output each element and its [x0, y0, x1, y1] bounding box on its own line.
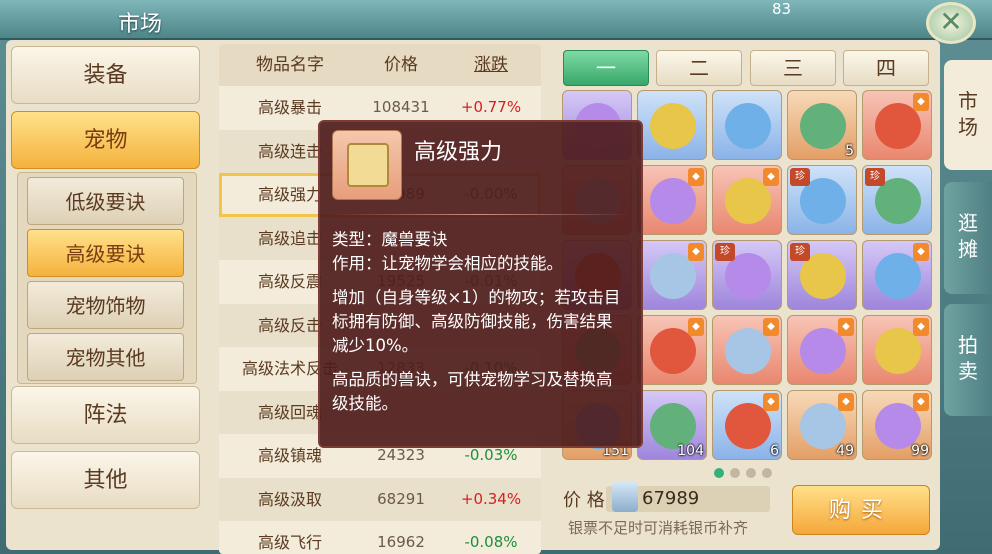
- scroll-icon: [347, 143, 389, 187]
- table-row[interactable]: 高级汲取 68291 +0.34%: [219, 477, 541, 521]
- tab-page-4[interactable]: 四: [843, 50, 929, 86]
- item-slot[interactable]: 珍: [862, 165, 932, 235]
- tab-page-2[interactable]: 二: [656, 50, 742, 86]
- item-slot[interactable]: 104: [637, 390, 707, 460]
- item-slot[interactable]: ◆ 6: [712, 390, 782, 460]
- row-change: +0.34%: [460, 489, 522, 508]
- silver-note-icon: [612, 482, 638, 512]
- side-tab-char: 逛: [958, 211, 978, 235]
- shield-badge-icon: ◆: [913, 393, 929, 411]
- page-dot[interactable]: [714, 468, 724, 478]
- page-dot[interactable]: [762, 468, 772, 478]
- item-quantity: 5: [845, 143, 854, 159]
- item-slot[interactable]: ◆: [862, 90, 932, 160]
- item-quantity: 6: [770, 443, 779, 459]
- row-change: -0.08%: [464, 533, 518, 551]
- shield-badge-icon: ◆: [688, 243, 704, 261]
- side-tab-char: 市: [958, 89, 978, 113]
- item-quantity: 104: [677, 443, 704, 459]
- shield-badge-icon: ◆: [688, 318, 704, 336]
- item-slot[interactable]: [712, 90, 782, 160]
- side-tab-char: 卖: [958, 359, 978, 383]
- sub-pet-accessory[interactable]: 宠物饰物: [27, 281, 184, 329]
- side-tab-stall[interactable]: 逛摊: [944, 182, 992, 294]
- item-quantity: 99: [911, 443, 929, 459]
- item-slot[interactable]: ◆: [712, 315, 782, 385]
- tooltip-desc: 增加（自身等级×1）的物攻；若攻击目标拥有防御、高级防御技能，伤害结果减少10%…: [332, 288, 621, 355]
- shield-badge-icon: ◆: [913, 243, 929, 261]
- item-icon: [725, 103, 771, 149]
- nav-pet[interactable]: 宠物: [11, 111, 200, 169]
- tooltip-divider: [330, 214, 630, 215]
- sub-high-skill[interactable]: 高级要诀: [27, 229, 184, 277]
- page-indicator: [714, 463, 778, 482]
- side-tab-auction[interactable]: 拍卖: [944, 304, 992, 416]
- side-tab-char: 场: [958, 115, 978, 139]
- item-slot[interactable]: ◆: [862, 240, 932, 310]
- shield-badge-icon: ◆: [838, 393, 854, 411]
- item-slot[interactable]: ◆: [712, 165, 782, 235]
- item-slot[interactable]: ◆ 49: [787, 390, 857, 460]
- top-coin-value: 83: [772, 0, 792, 18]
- item-slot[interactable]: ◆: [787, 315, 857, 385]
- tooltip-title: 高级强力: [414, 140, 503, 165]
- row-price: 68291: [377, 489, 425, 508]
- row-price: 16962: [377, 533, 425, 551]
- item-slot[interactable]: 珍: [787, 240, 857, 310]
- tooltip-effect: 作用：让宠物学会相应的技能。: [332, 254, 563, 273]
- sub-low-skill[interactable]: 低级要诀: [27, 177, 184, 225]
- side-tab-market[interactable]: 市场: [944, 60, 992, 170]
- shield-badge-icon: ◆: [763, 318, 779, 336]
- tab-page-1[interactable]: 一: [563, 50, 649, 86]
- item-slot[interactable]: ◆: [637, 165, 707, 235]
- side-tab-char: 摊: [958, 237, 978, 261]
- row-name: 高级汲取: [257, 489, 322, 509]
- shield-badge-icon: ◆: [913, 93, 929, 111]
- item-slot[interactable]: [637, 90, 707, 160]
- item-slot[interactable]: ◆: [637, 240, 707, 310]
- rare-badge: 珍: [790, 168, 810, 186]
- tooltip-type: 类型：魔兽要诀: [332, 230, 448, 249]
- shield-badge-icon: ◆: [838, 318, 854, 336]
- item-slot[interactable]: ◆: [862, 315, 932, 385]
- item-slot[interactable]: 5: [787, 90, 857, 160]
- window-title: 市场: [118, 12, 163, 37]
- shield-badge-icon: ◆: [688, 168, 704, 186]
- tooltip-flavor: 高品质的兽诀，可供宠物学习及替换高级技能。: [332, 370, 613, 413]
- tab-page-3[interactable]: 三: [750, 50, 836, 86]
- item-icon: [800, 103, 846, 149]
- item-tooltip-icon: [332, 130, 402, 200]
- row-name: 高级飞行: [257, 533, 322, 552]
- shield-badge-icon: ◆: [913, 318, 929, 336]
- item-icon: [650, 103, 696, 149]
- shield-badge-icon: ◆: [763, 168, 779, 186]
- nav-other[interactable]: 其他: [11, 451, 200, 509]
- close-button[interactable]: ✕: [926, 2, 976, 44]
- rare-badge: 珍: [865, 168, 885, 186]
- price-note: 银票不足时可消耗银币补齐: [568, 519, 749, 537]
- item-quantity: 49: [836, 443, 854, 459]
- header-name: 物品名字: [219, 44, 361, 86]
- item-slot[interactable]: 珍: [712, 240, 782, 310]
- page-dot[interactable]: [746, 468, 756, 478]
- rare-badge: 珍: [715, 243, 735, 261]
- table-row[interactable]: 高级飞行 16962 -0.08%: [219, 521, 541, 554]
- tooltip-body: 类型：魔兽要诀作用：让宠物学会相应的技能。 增加（自身等级×1）的物攻；若攻击目…: [332, 228, 628, 426]
- header-change[interactable]: 涨跌: [441, 44, 541, 86]
- item-slot[interactable]: ◆ 99: [862, 390, 932, 460]
- sub-pet-other[interactable]: 宠物其他: [27, 333, 184, 381]
- nav-equipment[interactable]: 装备: [11, 46, 200, 104]
- price-label: 价 格: [563, 490, 605, 511]
- item-slot[interactable]: ◆: [637, 315, 707, 385]
- page-dot[interactable]: [730, 468, 740, 478]
- buy-button[interactable]: 购买: [792, 485, 930, 535]
- item-slot[interactable]: 珍: [787, 165, 857, 235]
- header-price: 价格: [361, 44, 441, 86]
- side-tab-char: 拍: [958, 333, 978, 357]
- rare-badge: 珍: [790, 243, 810, 261]
- shield-badge-icon: ◆: [763, 393, 779, 411]
- nav-formation[interactable]: 阵法: [11, 386, 200, 444]
- close-icon: ✕: [939, 5, 963, 38]
